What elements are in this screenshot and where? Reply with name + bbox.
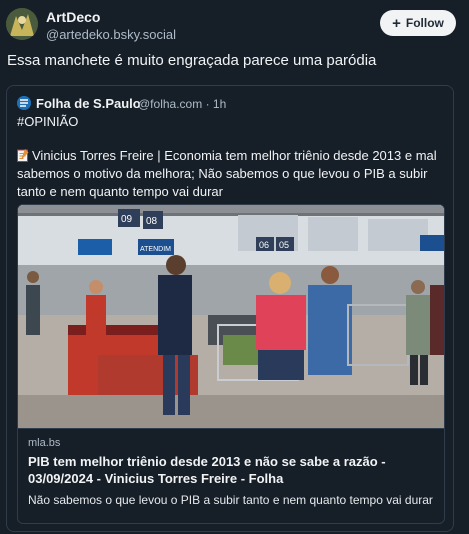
quoted-post[interactable]: Folha de S.Paulo @folha.com · 1h #OPINIÃ… <box>6 85 454 532</box>
link-card[interactable]: 09 08 06 05 ATENDIM mla.bs PIB tem melho… <box>17 204 445 524</box>
image-sign-09: 09 <box>121 214 133 225</box>
quoted-author-name[interactable]: Folha de S.Paulo <box>36 96 141 111</box>
quoted-author-handle-time: @folha.com · 1h <box>138 97 226 111</box>
follow-button[interactable]: + Follow <box>380 10 456 36</box>
author-display-name[interactable]: ArtDeco <box>46 9 100 25</box>
quoted-author-avatar[interactable] <box>17 96 31 110</box>
quoted-text: Vinicius Torres Freire | Economia tem me… <box>17 147 445 201</box>
image-sign-06: 06 <box>259 240 269 250</box>
plus-icon: + <box>392 14 401 32</box>
quoted-author-handle[interactable]: @folha.com <box>138 97 202 111</box>
image-sign-atendim: ATENDIM <box>140 246 171 253</box>
link-card-domain: mla.bs <box>28 437 61 449</box>
image-sign-08: 08 <box>146 216 158 227</box>
link-card-title[interactable]: PIB tem melhor triênio desde 2013 e não … <box>28 453 438 487</box>
quoted-hashtag[interactable]: #OPINIÃO <box>17 114 78 129</box>
image-sign-05: 05 <box>279 240 289 250</box>
quoted-text-body: Vinicius Torres Freire | Economia tem me… <box>17 148 437 199</box>
post-text: Essa manchete é muito engraçada parece u… <box>7 52 377 69</box>
author-handle[interactable]: @artedeko.bsky.social <box>46 27 176 42</box>
link-card-description: Não sabemos o que levou o PIB a subir ta… <box>28 493 433 507</box>
quoted-post-time: · 1h <box>205 97 227 111</box>
author-avatar[interactable] <box>6 8 38 40</box>
follow-label: Follow <box>405 16 444 30</box>
link-card-divider <box>18 428 444 429</box>
memo-icon <box>17 149 29 162</box>
link-card-image: 09 08 06 05 ATENDIM <box>18 205 444 428</box>
